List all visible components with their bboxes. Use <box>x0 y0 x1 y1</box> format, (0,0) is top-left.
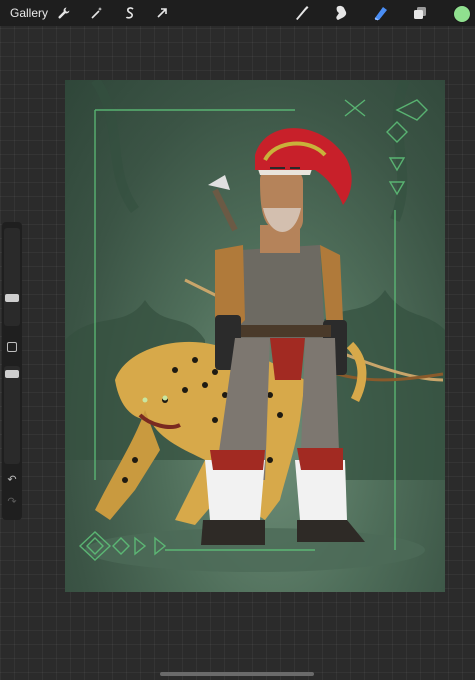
drawing-canvas[interactable] <box>65 80 445 592</box>
left-sidebar: ↶ ↷ <box>2 222 22 520</box>
redo-button[interactable]: ↷ <box>6 496 18 508</box>
opacity-knob[interactable] <box>5 370 19 378</box>
eraser-button[interactable] <box>371 3 391 23</box>
top-toolbar: Gallery <box>0 0 475 26</box>
wrench-icon <box>58 7 70 19</box>
magic-wand-icon <box>91 7 103 19</box>
adjustments-button[interactable] <box>87 3 107 23</box>
brush-button[interactable] <box>292 3 312 23</box>
selection-button[interactable] <box>120 3 140 23</box>
modify-button[interactable] <box>7 342 17 352</box>
brush-icon <box>296 6 309 20</box>
smudge-icon <box>336 5 347 20</box>
undo-button[interactable]: ↶ <box>6 474 18 486</box>
selection-s-icon <box>125 7 134 19</box>
opacity-slider[interactable] <box>4 366 20 464</box>
layers-button[interactable] <box>410 3 430 23</box>
actions-button[interactable] <box>54 3 74 23</box>
home-indicator[interactable] <box>160 672 314 676</box>
layers-icon <box>414 7 426 19</box>
arrow-cursor-icon <box>157 8 167 18</box>
brush-size-slider[interactable] <box>4 228 20 326</box>
brush-size-knob[interactable] <box>5 294 19 302</box>
smudge-button[interactable] <box>331 3 351 23</box>
gallery-button[interactable]: Gallery <box>10 6 48 20</box>
artwork-illustration <box>65 80 445 572</box>
transform-button[interactable] <box>152 3 172 23</box>
eraser-icon <box>374 7 387 21</box>
color-picker-swatch[interactable] <box>453 5 471 23</box>
